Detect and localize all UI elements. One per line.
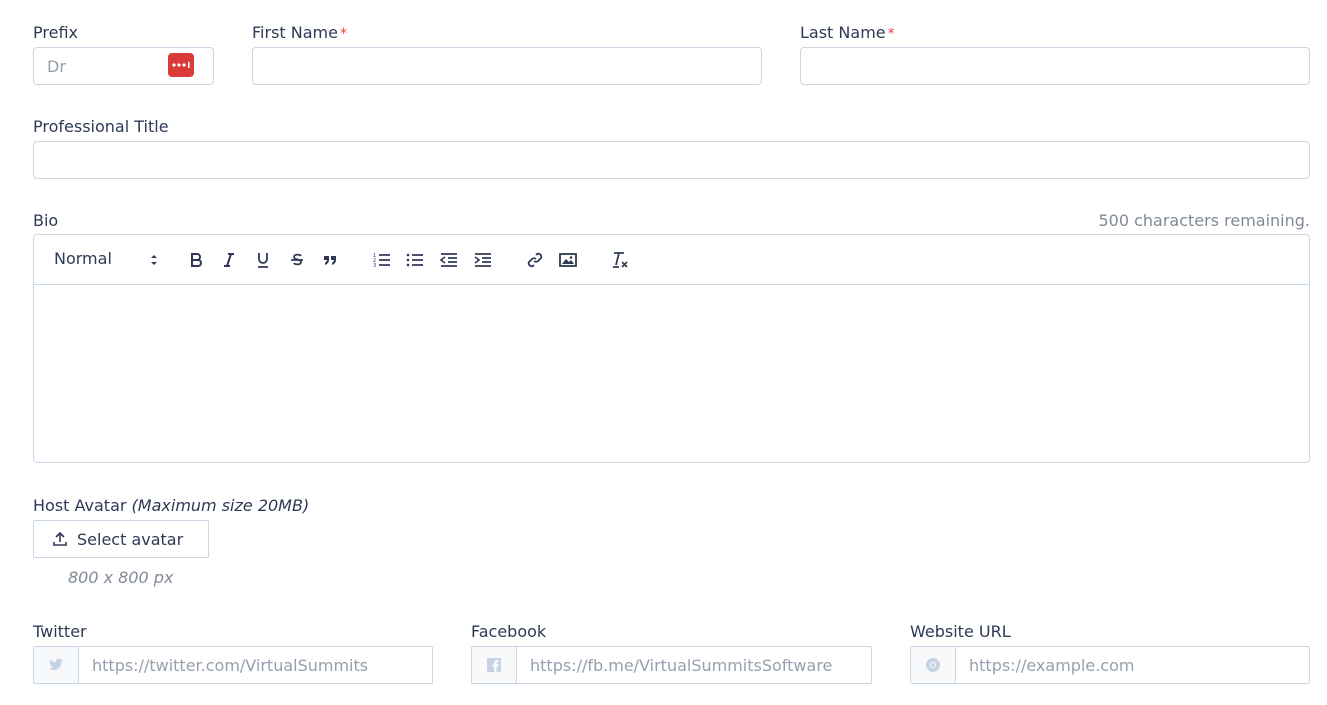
header-format-value: Normal (54, 249, 112, 268)
required-mark: * (339, 26, 347, 42)
bullet-list-icon[interactable] (405, 250, 425, 270)
indent-icon[interactable] (473, 250, 493, 270)
italic-icon[interactable] (219, 250, 239, 270)
avatar-dimensions-note: 800 x 800 px (68, 568, 174, 587)
facebook-input[interactable] (517, 647, 871, 683)
facebook-icon (472, 647, 517, 683)
clear-format-icon[interactable] (610, 250, 630, 270)
twitter-icon (34, 647, 79, 683)
bio-editor: Normal 123 (33, 234, 1310, 463)
underline-icon[interactable] (253, 250, 273, 270)
facebook-label: Facebook (471, 622, 547, 641)
last-name-label: Last Name * (800, 23, 895, 42)
required-mark: * (887, 26, 895, 42)
bio-textarea[interactable] (34, 285, 1309, 462)
select-avatar-label: Select avatar (77, 529, 184, 549)
avatar-label: Host Avatar (Maximum size 20MB) (33, 496, 310, 515)
header-format-select[interactable]: Normal (54, 249, 158, 271)
bio-characters-remaining: 500 characters remaining. (1098, 211, 1310, 230)
svg-text:3: 3 (373, 263, 376, 268)
image-icon[interactable] (558, 250, 578, 270)
upload-icon (53, 532, 67, 546)
first-name-input[interactable] (252, 47, 762, 85)
password-manager-icon[interactable] (168, 53, 194, 77)
twitter-input[interactable] (79, 647, 432, 683)
select-avatar-button[interactable]: Select avatar (33, 520, 209, 558)
strike-icon[interactable] (287, 250, 307, 270)
avatar-size-hint: (Maximum size 20MB) (131, 496, 310, 515)
website-field (910, 646, 1310, 684)
ordered-list-icon[interactable]: 123 (372, 250, 392, 270)
bold-icon[interactable] (186, 250, 206, 270)
facebook-field (471, 646, 872, 684)
last-name-input[interactable] (800, 47, 1310, 85)
website-input[interactable] (956, 647, 1309, 683)
twitter-field (33, 646, 433, 684)
select-arrows-icon (151, 255, 157, 265)
blockquote-icon[interactable] (320, 250, 340, 270)
first-name-label: First Name * (252, 23, 347, 42)
professional-title-input[interactable] (33, 141, 1310, 179)
website-label: Website URL (910, 622, 1011, 641)
outdent-icon[interactable] (439, 250, 459, 270)
link-icon[interactable] (525, 250, 545, 270)
prefix-label: Prefix (33, 23, 78, 42)
editor-toolbar: Normal 123 (34, 235, 1309, 285)
professional-title-label: Professional Title (33, 117, 169, 136)
chrome-icon (911, 647, 956, 683)
twitter-label: Twitter (33, 622, 87, 641)
bio-label: Bio (33, 211, 59, 230)
